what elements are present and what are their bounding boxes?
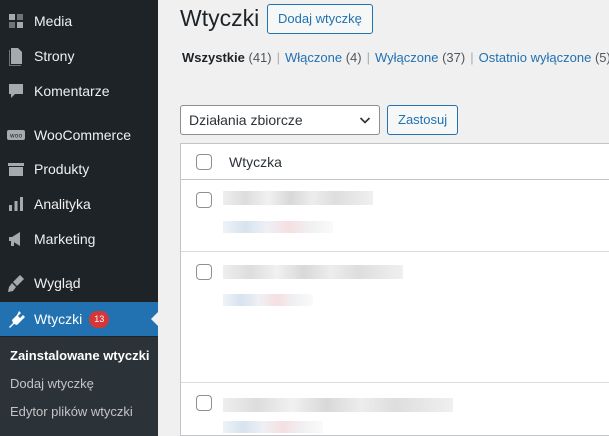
redacted-plugin-name [223, 265, 403, 279]
table-row [181, 383, 609, 436]
marketing-icon [6, 229, 26, 249]
redacted-row-actions [223, 294, 313, 306]
sidebar-item-label: WooCommerce [34, 127, 131, 143]
select-all-checkbox[interactable] [196, 154, 212, 170]
sidebar-item-label: Analityka [34, 196, 91, 212]
submenu-item-add-plugin[interactable]: Dodaj wtyczkę [10, 376, 94, 391]
sidebar-item-pages[interactable]: Strony [0, 39, 158, 73]
bulk-actions-value: Działania zbiorcze [189, 112, 303, 128]
sidebar-item-label: Strony [34, 48, 75, 64]
apply-button[interactable]: Zastosuj [387, 105, 459, 135]
pages-icon [6, 46, 26, 66]
filter-separator: | [276, 50, 281, 65]
filter-recently-inactive[interactable]: Ostatnio wyłączone (5) [479, 50, 609, 65]
filter-active[interactable]: Włączone (4) [285, 50, 362, 65]
analytics-icon [6, 194, 26, 214]
redacted-plugin-name [223, 398, 453, 412]
sidebar-item-marketing[interactable]: Marketing [0, 222, 158, 256]
submenu-item-installed-plugins[interactable]: Zainstalowane wtyczki [10, 348, 149, 363]
update-count-badge: 13 [89, 310, 110, 328]
table-row [181, 252, 609, 382]
plugins-table: Wtyczka [180, 143, 609, 436]
redacted-plugin-name [223, 191, 373, 205]
bulk-actions-select[interactable]: Działania zbiorcze [180, 105, 380, 135]
add-plugin-button[interactable]: Dodaj wtyczkę [267, 4, 373, 34]
redacted-row-actions [223, 421, 323, 433]
chevron-down-icon [359, 117, 371, 124]
row-checkbox[interactable] [196, 192, 212, 208]
sidebar-item-comments[interactable]: Komentarze [0, 74, 158, 108]
media-icon [6, 11, 26, 31]
products-icon [6, 159, 26, 179]
appearance-icon [6, 273, 26, 293]
filter-all[interactable]: Wszystkie (41) [182, 50, 272, 65]
sidebar-item-analytics[interactable]: Analityka [0, 187, 158, 221]
row-checkbox[interactable] [196, 264, 212, 280]
sidebar-item-appearance[interactable]: Wygląd [0, 266, 158, 300]
page-title: Wtyczki [180, 5, 260, 31]
plugin-status-filters: Wszystkie (41) | Włączone (4) | Wyłączone (3… [182, 50, 609, 65]
table-row [181, 181, 609, 251]
filter-separator: | [366, 50, 370, 65]
sidebar-item-label: Marketing [34, 231, 96, 247]
woocommerce-icon: woo [6, 125, 26, 145]
table-header: Wtyczka [181, 144, 609, 180]
submenu-item-plugin-file-editor[interactable]: Edytor plików wtyczki [10, 404, 133, 419]
sidebar-item-plugins[interactable]: Wtyczki 13 [0, 302, 158, 336]
sidebar-item-products[interactable]: Produkty [0, 152, 158, 186]
filter-inactive[interactable]: Wyłączone (37) [375, 50, 465, 65]
sidebar-item-label: Komentarze [34, 83, 110, 99]
sidebar-item-woocommerce[interactable]: woo WooCommerce [0, 118, 158, 152]
sidebar-item-label: Wtyczki [34, 311, 83, 327]
sidebar-item-media[interactable]: Media [0, 4, 158, 38]
sidebar-item-label: Wygląd [34, 275, 81, 291]
plugins-icon [6, 309, 26, 329]
sidebar-item-label: Produkty [34, 161, 90, 177]
plugins-submenu: Zainstalowane wtyczki Dodaj wtyczkę Edyt… [0, 337, 158, 436]
column-header-plugin: Wtyczka [229, 154, 282, 170]
comments-icon [6, 81, 26, 101]
svg-text:woo: woo [10, 133, 23, 140]
redacted-row-actions [223, 221, 333, 233]
admin-sidebar: Media Strony Komentarze woo WooCommerce … [0, 0, 158, 436]
filter-separator: | [470, 50, 474, 65]
sidebar-item-label: Media [34, 13, 73, 29]
row-checkbox[interactable] [196, 395, 212, 411]
